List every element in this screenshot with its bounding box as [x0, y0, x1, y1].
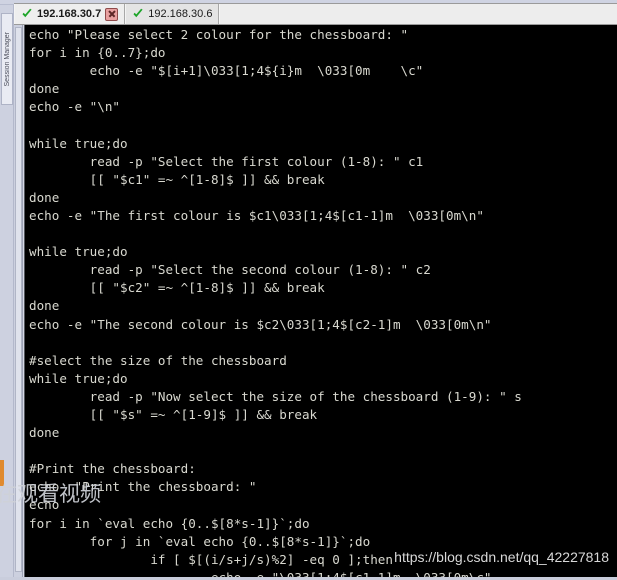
- check-icon: [132, 8, 144, 20]
- terminal-line: done: [29, 81, 60, 97]
- terminal-line: done: [29, 189, 60, 205]
- check-icon: [21, 8, 33, 20]
- session-tab-1[interactable]: 192.168.30.7: [14, 4, 126, 24]
- terminal-line: echo -e "$[i+1]\033[1;4${i}m \033[0m \c": [29, 63, 424, 79]
- terminal-line: while true;do: [29, 244, 128, 260]
- session-tab-2-label: 192.168.30.6: [148, 7, 213, 20]
- terminal-line: echo -e "The second colour is $c2\033[1;…: [29, 316, 492, 332]
- terminal-line: read -p "Select the first colour (1-8): …: [29, 153, 424, 169]
- terminal-line: echo -e "The first colour is $c1\033[1;4…: [29, 207, 484, 223]
- tab-bar-empty-area: [219, 4, 617, 24]
- terminal-application-window: Session Manager 192.168.30.7 192.168.30.…: [0, 0, 617, 580]
- terminal-line: read -p "Now select the size of the ches…: [29, 388, 522, 404]
- terminal-line: done: [29, 298, 60, 314]
- terminal-line: read -p "Select the second colour (1-8):…: [29, 262, 431, 278]
- terminal-gutter-thumb[interactable]: [15, 27, 22, 572]
- terminal-output-area[interactable]: echo "Please select 2 colour for the che…: [24, 25, 617, 580]
- sidebar-activity-marker: [0, 460, 4, 486]
- terminal-line: echo "Please select 2 colour for the che…: [29, 27, 409, 42]
- terminal-line: done: [29, 425, 60, 441]
- terminal-line: [[ "$s" =~ ^[1-9]$ ]] && break: [29, 406, 318, 422]
- close-icon[interactable]: [105, 7, 119, 21]
- terminal-left-gutter[interactable]: [14, 25, 23, 580]
- session-tab-2[interactable]: 192.168.30.6: [125, 4, 220, 24]
- session-tab-bar: 192.168.30.7 192.168.30.6: [14, 3, 617, 25]
- terminal-line: echo -e "\n": [29, 99, 120, 115]
- terminal-text-buffer: echo "Please select 2 colour for the che…: [29, 26, 617, 580]
- terminal-line: [[ "$c1" =~ ^[1-8]$ ]] && break: [29, 171, 325, 187]
- session-tab-1-label: 192.168.30.7: [37, 7, 102, 20]
- terminal-line: while true;do: [29, 370, 128, 386]
- session-manager-label: Session Manager: [3, 31, 11, 87]
- terminal-line: for i in {0..7};do: [29, 45, 166, 61]
- session-manager-tab[interactable]: Session Manager: [1, 13, 13, 105]
- terminal-line: echo: [29, 497, 60, 513]
- session-manager-sidebar: Session Manager: [0, 5, 14, 580]
- terminal-line: #Print the chessboard:: [29, 461, 196, 477]
- terminal-line: [[ "$c2" =~ ^[1-8]$ ]] && break: [29, 280, 325, 296]
- terminal-line: echo "Print the chessboard: ": [29, 479, 257, 495]
- terminal-line: for i in `eval echo {0..$[8*s-1]}`;do: [29, 515, 310, 531]
- terminal-line: for j in `eval echo {0..$[8*s-1]}`;do: [29, 533, 371, 549]
- terminal-line: while true;do: [29, 135, 128, 151]
- terminal-line: if [ $[(i/s+j/s)%2] -eq 0 ];then: [29, 551, 393, 567]
- terminal-line: #select the size of the chessboard: [29, 352, 287, 368]
